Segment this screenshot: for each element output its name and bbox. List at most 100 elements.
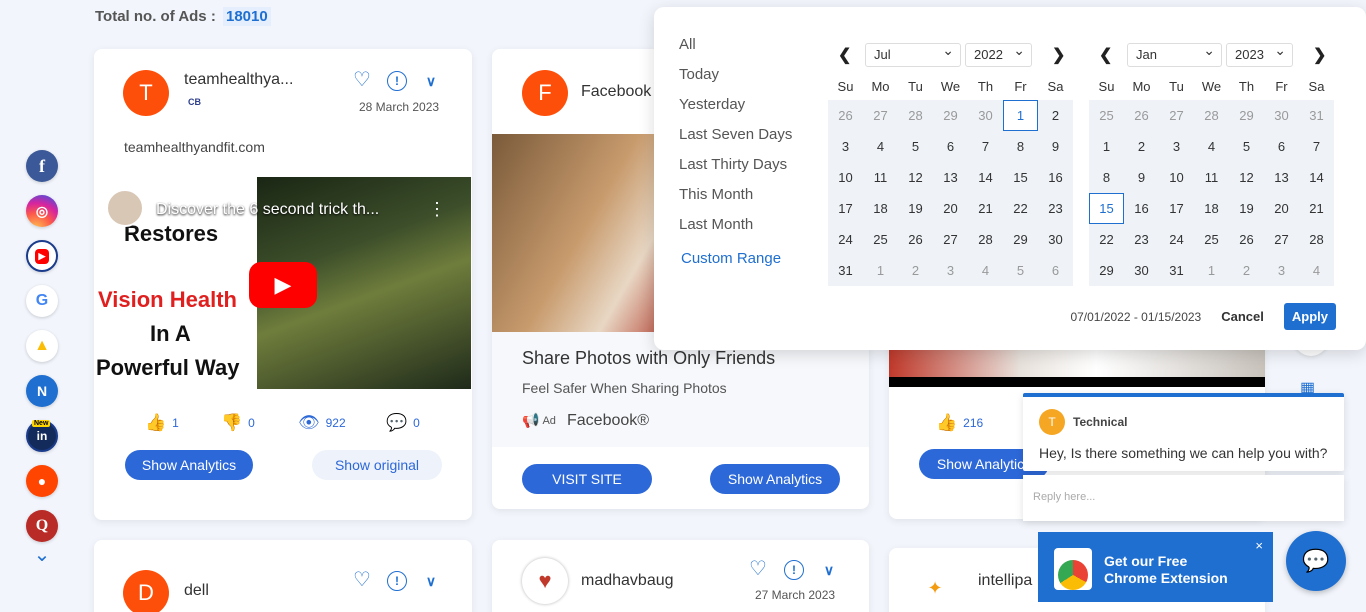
play-icon[interactable]: ▶ [249,262,317,308]
calendar-day[interactable]: 25 [1089,100,1124,131]
range-last-seven-days[interactable]: Last Seven Days [679,127,792,157]
ad-video[interactable]: Restores Vision Health In A Powerful Way… [94,177,471,389]
calendar-day[interactable]: 7 [1299,131,1334,162]
more-icon[interactable]: ⋮ [428,199,446,220]
calendar-day[interactable]: 29 [1089,255,1124,286]
calendar-day[interactable]: 11 [863,162,898,193]
calendar-day[interactable]: 5 [1003,255,1038,286]
show-analytics-button[interactable]: Show Analytics [710,464,840,494]
calendar-day[interactable]: 3 [933,255,968,286]
chrome-extension-banner[interactable]: Get our Free Chrome Extension × [1038,532,1273,602]
calendar-day[interactable]: 25 [863,224,898,255]
calendar-day[interactable]: 2 [1038,100,1073,131]
calendar-day[interactable]: 14 [1299,162,1334,193]
range-yesterday[interactable]: Yesterday [679,97,792,127]
advertiser-name[interactable]: intellipa [978,572,1032,590]
calendar-day[interactable]: 14 [968,162,1003,193]
advertiser-name[interactable]: Facebook [581,83,651,101]
calendar-day[interactable]: 12 [898,162,933,193]
calendar-day[interactable]: 6 [1264,131,1299,162]
apply-button[interactable]: Apply [1283,303,1336,330]
calendar-day[interactable]: 1 [1194,255,1229,286]
youtube-icon[interactable]: ▶ [26,240,58,272]
calendar-day[interactable]: 26 [1229,224,1264,255]
advertiser-name[interactable]: teamhealthya... [184,71,293,89]
right-month-select[interactable]: Jan [1127,42,1222,67]
calendar-day[interactable]: 23 [1124,224,1159,255]
calendar-day[interactable]: 12 [1229,162,1264,193]
advertiser-name[interactable]: madhavbaug [581,572,674,590]
calendar-day[interactable]: 31 [1159,255,1194,286]
calendar-day[interactable]: 6 [1038,255,1073,286]
calendar-day[interactable]: 28 [898,100,933,131]
calendar-day[interactable]: 23 [1038,193,1073,224]
calendar-day[interactable]: 4 [1299,255,1334,286]
calendar-day[interactable]: 27 [863,100,898,131]
calendar-day[interactable]: 30 [1124,255,1159,286]
calendar-day[interactable]: 15 [1003,162,1038,193]
calendar-day[interactable]: 1 [1003,100,1038,131]
chat-reply-input[interactable]: Reply here... [1023,475,1344,521]
calendar-day[interactable]: 1 [863,255,898,286]
calendar-day[interactable]: 10 [828,162,863,193]
calendar-day[interactable]: 29 [1229,100,1264,131]
chevron-down-icon[interactable]: ⌄ [26,545,58,565]
calendar-day[interactable]: 29 [1003,224,1038,255]
calendar-day[interactable]: 15 [1089,193,1124,224]
calendar-day[interactable]: 7 [968,131,1003,162]
chevron-down-icon[interactable]: ∨ [819,560,839,580]
calendar-day[interactable]: 28 [1299,224,1334,255]
cancel-button[interactable]: Cancel [1221,309,1264,324]
calendar-day[interactable]: 19 [1229,193,1264,224]
heart-icon[interactable]: ♡ [352,69,372,91]
calendar-day[interactable]: 13 [933,162,968,193]
calendar-day[interactable]: 18 [1194,193,1229,224]
range-all[interactable]: All [679,37,792,67]
calendar-day[interactable]: 9 [1124,162,1159,193]
heart-icon[interactable]: ♡ [352,569,372,591]
calendar-day[interactable]: 31 [1299,100,1334,131]
calendar-day[interactable]: 22 [1003,193,1038,224]
calendar-day[interactable]: 4 [968,255,1003,286]
calendar-day[interactable]: 24 [1159,224,1194,255]
calendar-day[interactable]: 2 [898,255,933,286]
calendar-day[interactable]: 22 [1089,224,1124,255]
calendar-day[interactable]: 5 [1229,131,1264,162]
calendar-day[interactable]: 3 [828,131,863,162]
calendar-day[interactable]: 28 [1194,100,1229,131]
quora-icon[interactable]: Q [26,510,58,542]
reddit-icon[interactable]: ● [26,465,58,497]
native-icon[interactable]: N [26,375,58,407]
calendar-day[interactable]: 26 [898,224,933,255]
show-analytics-button[interactable]: Show Analytics [125,450,253,480]
left-year-select[interactable]: 2022 [965,42,1032,67]
prev-month-icon[interactable]: ❮ [1099,45,1112,65]
visit-site-button[interactable]: VISIT SITE [522,464,652,494]
info-icon[interactable]: ! [387,71,407,91]
calendar-day[interactable]: 26 [828,100,863,131]
calendar-day[interactable]: 16 [1038,162,1073,193]
chevron-down-icon[interactable]: ∨ [421,571,441,591]
calendar-day[interactable]: 16 [1124,193,1159,224]
calendar-day[interactable]: 30 [1038,224,1073,255]
calendar-day[interactable]: 29 [933,100,968,131]
calendar-day[interactable]: 4 [1194,131,1229,162]
calendar-day[interactable]: 6 [933,131,968,162]
calendar-day[interactable]: 21 [1299,193,1334,224]
left-month-select[interactable]: Jul [865,42,961,67]
calendar-day[interactable]: 13 [1264,162,1299,193]
calendar-day[interactable]: 27 [933,224,968,255]
calendar-day[interactable]: 10 [1159,162,1194,193]
calendar-day[interactable]: 26 [1124,100,1159,131]
calendar-day[interactable]: 9 [1038,131,1073,162]
ad-domain[interactable]: teamhealthyandfit.com [124,139,265,155]
calendar-day[interactable]: 25 [1194,224,1229,255]
calendar-day[interactable]: 27 [1159,100,1194,131]
calendar-day[interactable]: 20 [933,193,968,224]
instagram-icon[interactable]: ◎ [26,195,58,227]
facebook-icon[interactable]: f [26,150,58,182]
next-month-icon[interactable]: ❯ [1052,45,1065,65]
linkedin-icon[interactable]: New in [26,420,58,452]
calendar-day[interactable]: 8 [1003,131,1038,162]
calendar-day[interactable]: 1 [1089,131,1124,162]
